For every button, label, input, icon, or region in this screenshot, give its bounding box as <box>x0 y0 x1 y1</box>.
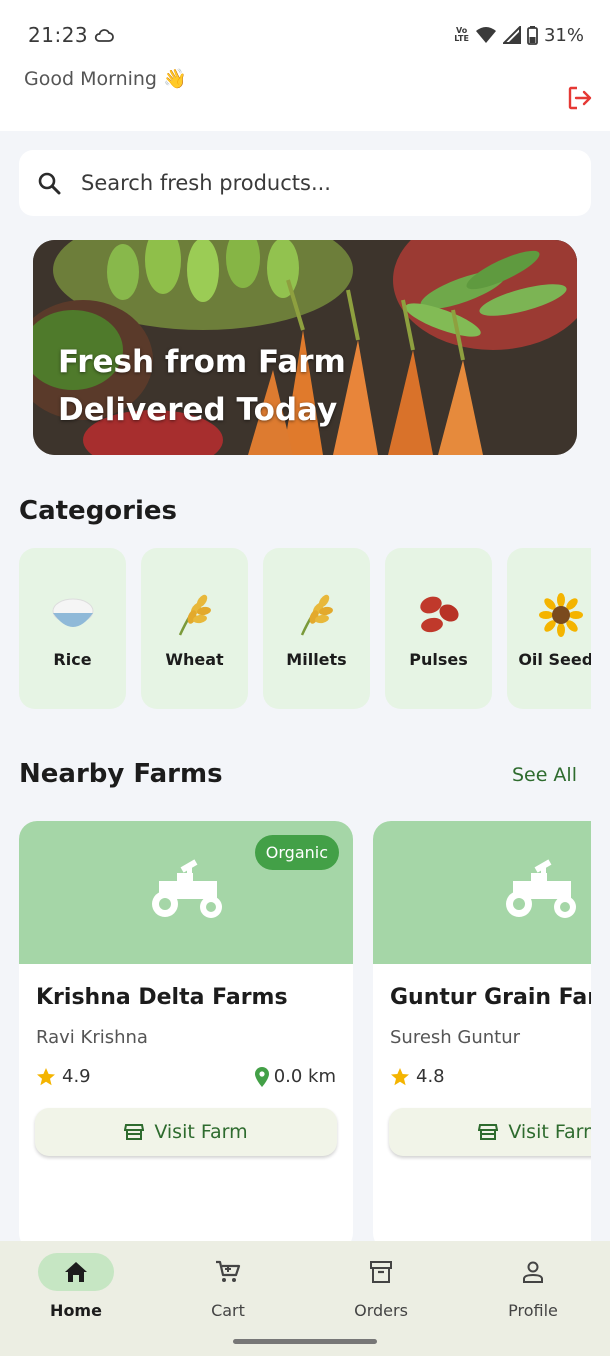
see-all-link[interactable]: See All <box>512 764 577 786</box>
rating-value: 4.9 <box>62 1066 91 1087</box>
battery-level: 31% <box>543 24 584 46</box>
home-icon <box>65 1262 87 1282</box>
storefront-icon <box>124 1124 145 1140</box>
location-pin-icon <box>254 1066 269 1087</box>
nav-profile-icon-wrap <box>495 1253 571 1291</box>
search-input[interactable] <box>81 171 551 195</box>
category-label: Wheat <box>165 650 224 669</box>
wifi-icon <box>475 27 496 43</box>
farm-owner: Ravi Krishna <box>36 1027 148 1048</box>
distance-value: 0.0 km <box>273 1066 336 1087</box>
category-card-pulses[interactable]: Pulses <box>385 548 492 709</box>
status-time: 21:23 <box>28 23 89 47</box>
greeting-text: Good Morning <box>24 68 157 90</box>
farm-card-hero <box>373 821 591 964</box>
visit-farm-button[interactable]: Visit Farm <box>389 1108 591 1156</box>
visit-farm-label: Visit Farm <box>154 1121 248 1143</box>
nav-label: Cart <box>211 1301 245 1320</box>
visit-farm-label: Visit Farm <box>508 1121 591 1143</box>
banner-line-1: Fresh from Farm <box>58 344 346 380</box>
logout-icon[interactable] <box>566 84 594 112</box>
nav-cart-icon-wrap <box>190 1253 266 1291</box>
app-header: 21:23 Vo LTE 31% Good Morning 👋 <box>0 0 610 131</box>
farm-card[interactable]: Organic Krishna Delta Farms Ravi Krishna… <box>19 821 353 1241</box>
sunflower-icon <box>538 593 583 637</box>
wheat-icon <box>300 594 333 636</box>
categories-list: Rice Wheat Millets Pulses Oil Seeds <box>19 548 591 710</box>
categories-heading: Categories <box>19 496 178 526</box>
rice-bowl-icon <box>52 598 93 627</box>
nav-orders[interactable]: Orders <box>305 1253 457 1320</box>
volte-icon: Vo LTE <box>454 26 469 43</box>
battery-icon <box>527 25 538 45</box>
star-icon <box>391 1067 409 1085</box>
beans-icon <box>419 596 459 633</box>
search-bar[interactable] <box>19 150 591 216</box>
nav-home-indicator <box>38 1253 114 1291</box>
nav-label: Home <box>50 1301 102 1320</box>
farm-rating: 4.9 <box>36 1066 91 1087</box>
farm-rating: 4.8 <box>390 1066 445 1087</box>
category-card-millets[interactable]: Millets <box>263 548 370 709</box>
waving-hand-icon: 👋 <box>163 68 187 90</box>
archive-icon <box>370 1261 392 1283</box>
gesture-bar[interactable] <box>233 1339 377 1344</box>
promo-banner[interactable]: Fresh from Farm Delivered Today <box>33 240 577 455</box>
storefront-icon <box>478 1124 499 1140</box>
tractor-icon <box>152 859 222 918</box>
farm-name: Krishna Delta Farms <box>36 985 288 1010</box>
organic-badge: Organic <box>254 835 339 870</box>
status-bar: 21:23 Vo LTE 31% <box>28 22 584 48</box>
nav-cart[interactable]: Cart <box>152 1253 304 1320</box>
farm-distance: 0.0 km <box>254 1066 336 1087</box>
category-card-wheat[interactable]: Wheat <box>141 548 248 709</box>
nav-label: Profile <box>508 1301 558 1320</box>
farm-card[interactable]: Guntur Grain Farm Suresh Guntur 4.8 Visi… <box>373 821 591 1241</box>
star-icon <box>37 1067 55 1085</box>
category-label: Oil Seeds <box>518 650 591 669</box>
greeting: Good Morning 👋 <box>24 67 187 90</box>
signal-icon <box>502 26 521 44</box>
rating-value: 4.8 <box>416 1066 445 1087</box>
farm-name: Guntur Grain Farm <box>390 985 591 1010</box>
category-label: Pulses <box>409 650 468 669</box>
farm-card-hero: Organic <box>19 821 353 964</box>
farm-owner: Suresh Guntur <box>390 1027 521 1048</box>
visit-farm-button[interactable]: Visit Farm <box>35 1108 337 1156</box>
banner-line-2: Delivered Today <box>58 392 338 428</box>
banner-title: Fresh from Farm Delivered Today <box>58 338 346 434</box>
wheat-icon <box>178 594 211 636</box>
cloud-icon <box>94 29 115 42</box>
category-label: Millets <box>286 650 347 669</box>
farms-list: Organic Krishna Delta Farms Ravi Krishna… <box>19 821 591 1241</box>
nav-home[interactable]: Home <box>0 1253 152 1320</box>
person-icon <box>523 1261 543 1283</box>
category-card-rice[interactable]: Rice <box>19 548 126 709</box>
nav-label: Orders <box>354 1301 408 1320</box>
search-icon <box>38 172 61 195</box>
tractor-icon <box>506 859 576 918</box>
nearby-farms-heading: Nearby Farms <box>19 759 223 789</box>
category-card-oil-seeds[interactable]: Oil Seeds <box>507 548 591 709</box>
nav-orders-icon-wrap <box>343 1253 419 1291</box>
category-label: Rice <box>53 650 92 669</box>
cart-icon <box>216 1260 241 1282</box>
nav-profile[interactable]: Profile <box>457 1253 609 1320</box>
